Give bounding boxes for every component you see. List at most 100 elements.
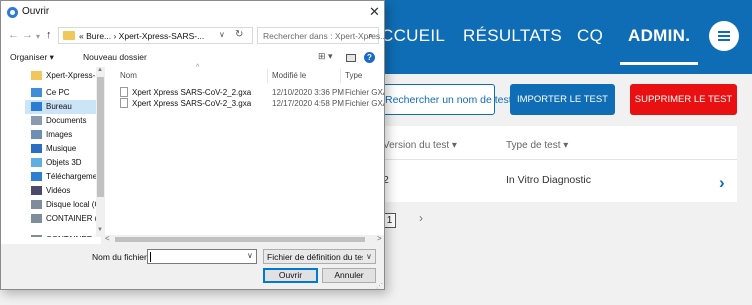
- tree-item[interactable]: Ce PC: [25, 86, 101, 100]
- tree-item-label: Documents: [46, 116, 87, 125]
- scrollbar-thumb[interactable]: [115, 237, 365, 242]
- address-row: ← → ▾ ↑ « Bure... › Xpert-Xpress-SARS-..…: [1, 23, 384, 48]
- scroll-left-icon[interactable]: <: [105, 234, 110, 243]
- test-search-input[interactable]: Rechercher un nom de test: [377, 84, 512, 115]
- tree-item[interactable]: Bureau: [25, 100, 101, 114]
- recent-locations-icon[interactable]: ▾: [36, 32, 40, 41]
- navigation-pane: Xpert-Xpress-SA ^ Ce PC Bureau Documents Ima…: [25, 67, 101, 237]
- folder-search-placeholder: Rechercher dans : Xpert-Xpres...: [263, 31, 385, 41]
- row-divider: [377, 159, 737, 160]
- scroll-down-icon[interactable]: ▼: [97, 227, 103, 233]
- music-icon: [31, 144, 42, 153]
- horizontal-scrollbar[interactable]: < >: [101, 234, 384, 244]
- preview-pane-icon[interactable]: [346, 54, 356, 62]
- column-separator[interactable]: [267, 69, 268, 83]
- address-bar[interactable]: « Bure... › Xpert-Xpress-SARS-... ∨ ↻: [58, 27, 253, 44]
- tree-item[interactable]: Vidéos: [25, 184, 101, 198]
- up-arrow-icon[interactable]: ↑: [46, 29, 52, 41]
- hamburger-menu-icon[interactable]: [709, 21, 739, 51]
- tree-item-label: Disque local (C:): [46, 200, 101, 209]
- file-modified: 12/10/2020 3:36 PM: [272, 88, 345, 97]
- filename-field[interactable]: [147, 249, 257, 264]
- column-header-type[interactable]: Type de test ▾: [506, 140, 568, 151]
- documents-icon: [31, 116, 42, 125]
- search-icon[interactable]: ⌕: [368, 30, 373, 41]
- navigation-scrollbar[interactable]: ▲ ▼: [96, 67, 105, 237]
- tree-item-label: Vidéos: [46, 186, 71, 195]
- close-icon[interactable]: ✕: [369, 4, 380, 20]
- new-folder-button[interactable]: Nouveau dossier: [83, 52, 147, 62]
- cancel-button[interactable]: Annuler: [322, 268, 376, 283]
- filename-history-dropdown-icon[interactable]: ∨: [247, 251, 253, 260]
- tree-item[interactable]: CONTAINER (D:): [25, 212, 101, 226]
- scroll-up-icon[interactable]: ▲: [97, 67, 103, 73]
- tree-item-label: Xpert-Xpress-SA ^: [46, 71, 101, 80]
- desktop-icon: [31, 102, 42, 111]
- nav-admin[interactable]: ADMIN.: [628, 26, 690, 46]
- file-type: Fichier GXA: [345, 88, 385, 97]
- tree-item[interactable]: Téléchargement: [25, 170, 101, 184]
- view-options-icon[interactable]: ⊞ ▾: [318, 51, 333, 62]
- nav-resultats[interactable]: RÉSULTATS: [463, 26, 562, 46]
- column-header-version[interactable]: Version du test ▾: [383, 140, 457, 151]
- delete-test-button[interactable]: SUPPRIMER LE TEST: [630, 84, 737, 115]
- tree-item[interactable]: Objets 3D: [25, 156, 101, 170]
- file-row[interactable]: Xpert Xpress SARS-CoV-2_3.gxa 12/17/2020 …: [107, 98, 385, 110]
- nav-accueil[interactable]: CCUEIL: [381, 26, 445, 46]
- help-icon[interactable]: ?: [364, 52, 375, 63]
- tree-item[interactable]: Documents: [25, 114, 101, 128]
- text-caret: [150, 252, 151, 262]
- forward-arrow-icon[interactable]: →: [22, 29, 33, 41]
- organize-button[interactable]: Organiser ▾: [10, 52, 54, 63]
- tree-item[interactable]: Musique: [25, 142, 101, 156]
- tree-item[interactable]: Images: [25, 128, 101, 142]
- tree-item-label: Bureau: [46, 102, 72, 111]
- objects-3d-icon: [31, 158, 42, 167]
- nav-cq[interactable]: CQ: [577, 26, 603, 46]
- menu-bar: [718, 31, 730, 33]
- cell-type: In Vitro Diagnostic: [506, 174, 592, 186]
- file-type-select[interactable]: Fichier de définition du test Ger ∨: [263, 249, 376, 264]
- file-modified: 12/17/2020 4:58 PM: [272, 99, 345, 108]
- column-header-modified[interactable]: Modifié le: [272, 71, 306, 80]
- column-header-type[interactable]: Type: [345, 71, 362, 80]
- dialog-titlebar: Ouvrir ✕: [1, 1, 384, 23]
- refresh-icon[interactable]: ↻: [235, 29, 243, 40]
- file-type: Fichier GXA: [345, 99, 385, 108]
- open-file-dialog: Ouvrir ✕ ← → ▾ ↑ « Bure... › Xpert-Xpres…: [0, 0, 385, 290]
- folder-search-input[interactable]: Rechercher dans : Xpert-Xpres... ⌕: [257, 27, 384, 44]
- back-arrow-icon[interactable]: ←: [8, 29, 19, 41]
- column-header-name[interactable]: Nom: [120, 71, 137, 80]
- filename-label: Nom du fichier :: [92, 252, 152, 262]
- tree-item-label: CONTAINER (D:): [46, 214, 101, 223]
- resize-grip-icon[interactable]: ⋰: [376, 282, 383, 289]
- file-icon: [120, 98, 128, 108]
- tree-item-label: Téléchargement: [46, 172, 101, 181]
- folder-icon: [63, 31, 75, 40]
- tree-item-label: Objets 3D: [46, 158, 82, 167]
- active-nav-underline: [620, 62, 698, 65]
- column-separator[interactable]: [340, 69, 341, 83]
- dialog-app-icon: [7, 7, 18, 18]
- address-dropdown-icon[interactable]: ∨: [219, 30, 225, 39]
- address-path: « Bure... › Xpert-Xpress-SARS-...: [79, 31, 205, 41]
- scrollbar-thumb[interactable]: [97, 77, 104, 197]
- page-next-icon[interactable]: ›: [419, 211, 423, 225]
- videos-icon: [31, 186, 42, 195]
- tree-item[interactable]: Disque local (C:): [25, 198, 101, 212]
- menu-bar: [718, 35, 730, 37]
- tree-item-label: Ce PC: [46, 88, 70, 97]
- tree-item[interactable]: CONTAINER (D:) ∨: [25, 233, 101, 237]
- tree-item[interactable]: Xpert-Xpress-SA ^: [25, 69, 101, 83]
- download-icon: [31, 172, 42, 181]
- tree-item-label: Musique: [46, 144, 77, 153]
- dialog-title: Ouvrir: [22, 6, 50, 17]
- import-test-button[interactable]: IMPORTER LE TEST: [510, 84, 615, 115]
- row-chevron-icon[interactable]: ›: [719, 173, 725, 193]
- drive-icon: [31, 214, 42, 223]
- scroll-right-icon[interactable]: >: [377, 234, 382, 243]
- open-button[interactable]: Ouvrir: [263, 268, 318, 283]
- file-type-value: Fichier de définition du test Ger: [267, 252, 363, 262]
- sort-arrow-icon: ^: [196, 64, 200, 71]
- computer-icon: [31, 88, 42, 97]
